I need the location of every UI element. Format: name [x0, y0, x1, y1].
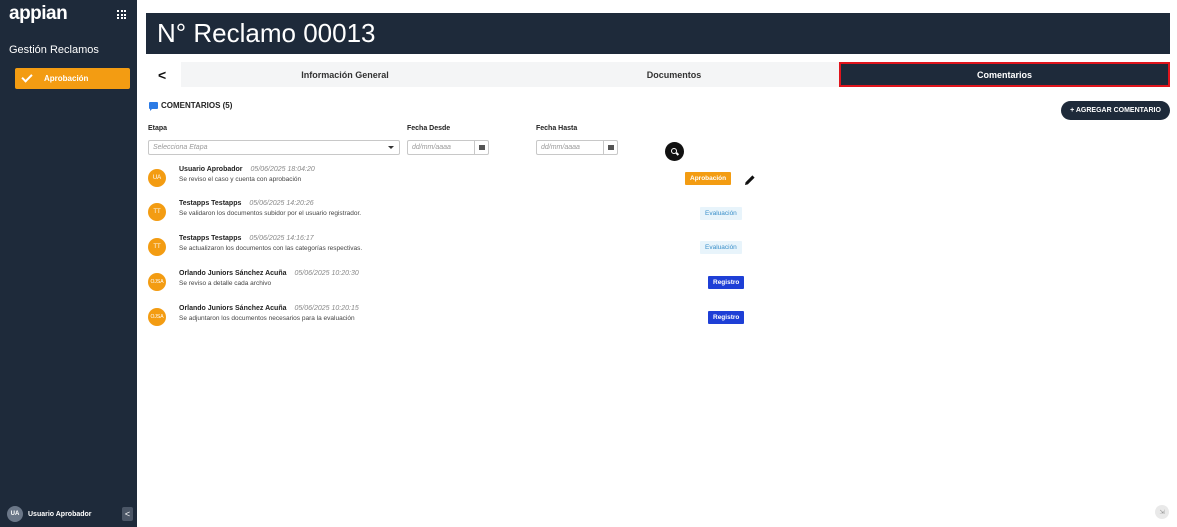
tab-comentarios[interactable]: Comentarios [839, 62, 1170, 87]
comment-author: Orlando Juniors Sánchez Acuña [179, 305, 287, 312]
comment-header: Testapps Testapps 05/06/2025 14:20:26 [179, 200, 314, 207]
sidebar: appian Gestión Reclamos Aprobación UA Us… [0, 0, 137, 527]
comment-text: Se validaron los documentos subidor por … [179, 210, 362, 217]
add-comment-button[interactable]: + AGREGAR COMENTARIO [1061, 101, 1170, 120]
comment-header: Orlando Juniors Sánchez Acuña 05/06/2025 … [179, 305, 359, 312]
comment-author: Usuario Aprobador [179, 166, 243, 173]
stage-badge-registro: Registro [708, 276, 745, 289]
fecha-hasta-label: Fecha Hasta [536, 125, 578, 132]
comment-header: Usuario Aprobador 05/06/2025 18:04:20 [179, 166, 315, 173]
fecha-desde-placeholder: dd/mm/aaaa [412, 144, 451, 151]
comment-text: Se actualizaron los documentos con las c… [179, 245, 363, 252]
etapa-placeholder: Selecciona Etapa [153, 144, 208, 151]
comment-item: UA Usuario Aprobador 05/06/2025 18:04:20 … [148, 166, 768, 192]
comment-item: TT Testapps Testapps 05/06/2025 14:20:26 … [148, 200, 768, 226]
fecha-desde-input[interactable]: dd/mm/aaaa [407, 140, 489, 155]
user-name: Usuario Aprobador [28, 510, 92, 518]
search-icon [670, 147, 677, 154]
comment-header: Orlando Juniors Sánchez Acuña 05/06/2025 … [179, 270, 359, 277]
page-title: N° Reclamo 00013 [157, 18, 376, 48]
page-header: N° Reclamo 00013 [146, 13, 1170, 54]
etapa-select[interactable]: Selecciona Etapa [148, 140, 400, 155]
comment-date: 05/06/2025 10:20:30 [294, 270, 359, 277]
calendar-icon[interactable] [474, 141, 488, 154]
collapse-sidebar-button[interactable]: < [122, 507, 133, 521]
pencil-edit-icon[interactable] [744, 174, 756, 186]
comment-item: OJSA Orlando Juniors Sánchez Acuña 05/06/… [148, 270, 768, 296]
feedback-icon[interactable]: ⇲ [1155, 505, 1169, 519]
comment-icon [149, 102, 158, 111]
comment-text: Se adjuntaron los documentos necesarios … [179, 315, 355, 322]
check-icon [21, 71, 33, 83]
tab-informacion-general[interactable]: Información General [181, 62, 509, 87]
tab-documentos[interactable]: Documentos [509, 62, 839, 87]
comment-text: Se reviso a detalle cada archivo [179, 280, 272, 287]
comment-date: 05/06/2025 10:20:15 [294, 305, 359, 312]
avatar: TT [148, 238, 166, 256]
comment-date: 05/06/2025 14:20:26 [249, 200, 314, 207]
comment-author: Testapps Testapps [179, 235, 242, 242]
comment-date: 05/06/2025 14:16:17 [249, 235, 314, 242]
stage-badge-registro: Registro [708, 311, 745, 324]
back-chevron-icon[interactable]: < [158, 67, 166, 83]
app-grid-icon[interactable] [117, 10, 126, 19]
comment-text: Se reviso el caso y cuenta con aprobació… [179, 176, 302, 183]
avatar: OJSA [148, 273, 166, 291]
chevron-down-icon [388, 146, 394, 149]
fecha-desde-label: Fecha Desde [407, 125, 451, 132]
sidebar-item-label: Aprobación [44, 74, 89, 83]
stage-badge-aprobacion: Aprobación [685, 172, 732, 185]
comment-author: Testapps Testapps [179, 200, 242, 207]
avatar: UA [7, 506, 23, 522]
appian-logo[interactable]: appian [9, 3, 68, 25]
fecha-hasta-placeholder: dd/mm/aaaa [541, 144, 580, 151]
comment-header: Testapps Testapps 05/06/2025 14:16:17 [179, 235, 314, 242]
user-profile[interactable]: UA Usuario Aprobador [7, 506, 92, 522]
comments-count-label: COMENTARIOS (5) [161, 101, 233, 110]
stage-badge-evaluacion: Evaluación [700, 241, 742, 254]
avatar: UA [148, 169, 166, 187]
comment-date: 05/06/2025 18:04:20 [250, 166, 315, 173]
etapa-label: Etapa [148, 125, 168, 132]
comments-section-title: COMENTARIOS (5) [149, 101, 233, 111]
search-button[interactable] [665, 142, 684, 161]
comment-item: OJSA Orlando Juniors Sánchez Acuña 05/06/… [148, 305, 768, 331]
stage-badge-evaluacion: Evaluación [700, 207, 742, 220]
comment-item: TT Testapps Testapps 05/06/2025 14:16:17 … [148, 235, 768, 261]
app-name: Gestión Reclamos [9, 44, 99, 56]
comment-author: Orlando Juniors Sánchez Acuña [179, 270, 287, 277]
calendar-icon[interactable] [603, 141, 617, 154]
avatar: TT [148, 203, 166, 221]
sidebar-item-aprobacion[interactable]: Aprobación [15, 68, 130, 89]
avatar: OJSA [148, 308, 166, 326]
fecha-hasta-input[interactable]: dd/mm/aaaa [536, 140, 618, 155]
